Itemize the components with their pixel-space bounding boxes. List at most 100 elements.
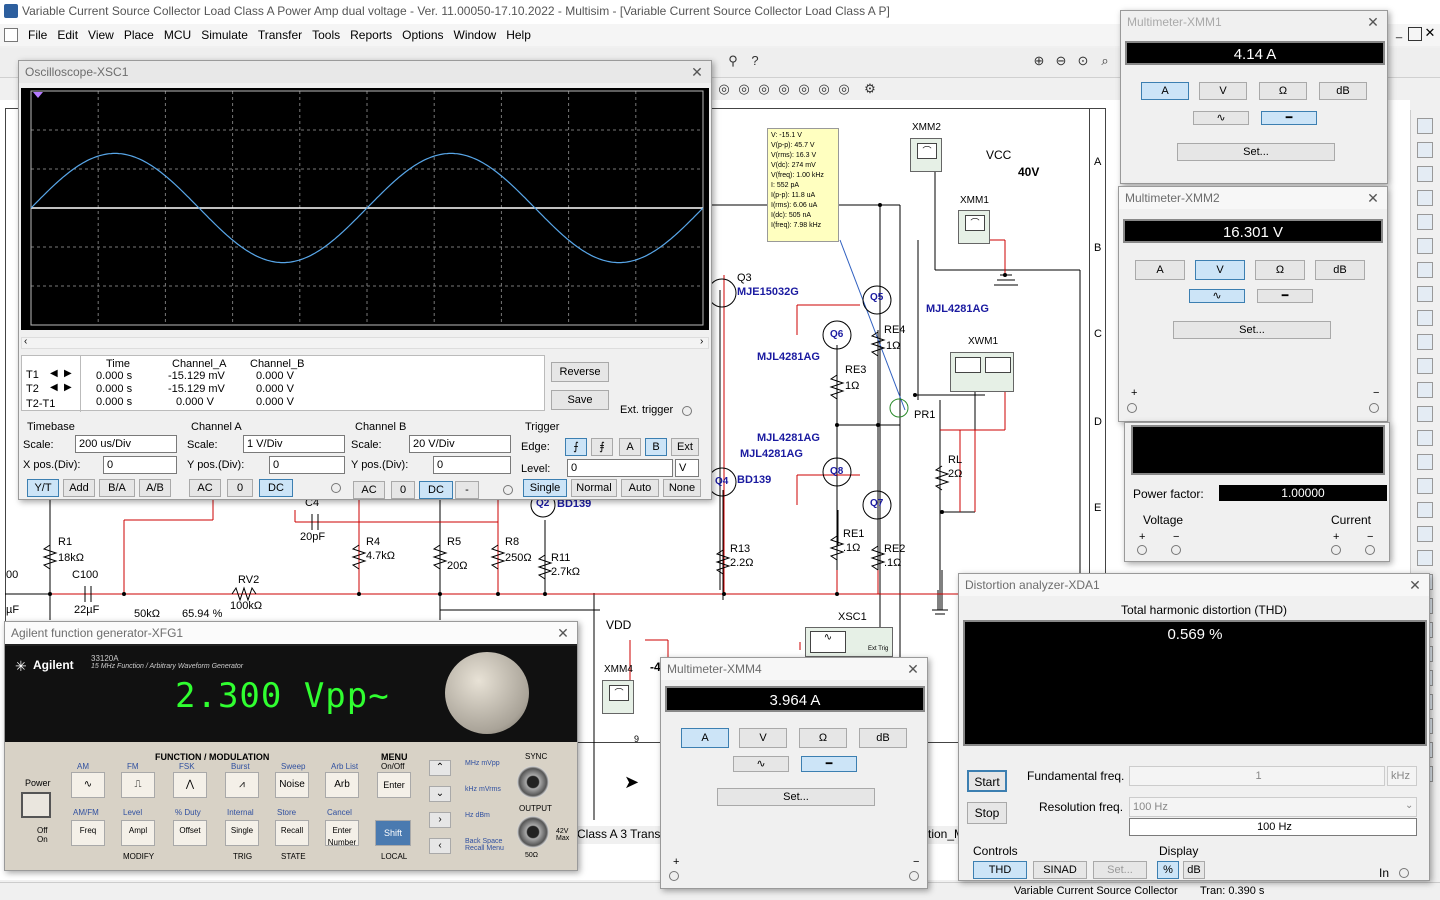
- instrument-tool-icon[interactable]: [1417, 550, 1433, 566]
- arrow-right-key[interactable]: ›: [429, 812, 451, 828]
- cha-dc-button[interactable]: DC: [259, 479, 293, 497]
- instrument-tool-icon[interactable]: [1417, 334, 1433, 350]
- xmm1-instrument[interactable]: ⌒: [958, 210, 990, 244]
- instrument-icon[interactable]: ◎: [835, 80, 853, 98]
- instrument-tool-icon[interactable]: [1417, 454, 1433, 470]
- menu-place[interactable]: Place: [122, 27, 162, 43]
- reverse-button[interactable]: Reverse: [551, 362, 609, 382]
- xmm1-ammeter-button[interactable]: A: [1141, 82, 1189, 100]
- minus-terminal[interactable]: [1369, 403, 1379, 413]
- instrument-tool-icon[interactable]: [1417, 238, 1433, 254]
- fundamental-unit[interactable]: kHz: [1387, 766, 1417, 786]
- instrument-tool-icon[interactable]: [1417, 478, 1433, 494]
- db-button[interactable]: dB: [1183, 861, 1205, 879]
- chb-invert-button[interactable]: -: [455, 481, 479, 499]
- modify-key[interactable]: Offset: [173, 820, 207, 846]
- cha-terminal[interactable]: [331, 483, 341, 493]
- stop-button[interactable]: Stop: [967, 802, 1007, 824]
- menu-view[interactable]: View: [86, 27, 122, 43]
- xwm1-instrument[interactable]: [950, 352, 1014, 392]
- resolution-select[interactable]: 100 Hz: [1129, 797, 1417, 817]
- modify-key[interactable]: Single: [225, 820, 259, 846]
- mdi-min-button[interactable]: _: [1392, 27, 1406, 41]
- save-button[interactable]: Save: [551, 390, 609, 410]
- yt-button[interactable]: Y/T: [27, 479, 59, 497]
- menu-simulate[interactable]: Simulate: [199, 27, 256, 43]
- scope-screen[interactable]: [21, 88, 709, 330]
- minus-terminal[interactable]: [909, 871, 919, 881]
- trigger-source-ext[interactable]: Ext: [671, 438, 699, 456]
- xmm1-set-button[interactable]: Set...: [1177, 143, 1335, 161]
- start-button[interactable]: Start: [967, 770, 1007, 792]
- menu-file[interactable]: File: [26, 27, 55, 43]
- close-icon[interactable]: ✕: [905, 658, 921, 680]
- chb-ypos-field[interactable]: 0: [433, 456, 511, 474]
- level-field[interactable]: 0: [567, 459, 673, 477]
- scope-scrollbar[interactable]: ‹ ›: [21, 336, 709, 349]
- shift-key[interactable]: Shift: [375, 820, 411, 846]
- modify-key[interactable]: Recall: [275, 820, 309, 846]
- scroll-left-icon[interactable]: ‹: [24, 336, 27, 347]
- arrow-up-key[interactable]: ⌃: [429, 760, 451, 776]
- function-key[interactable]: ∿: [71, 772, 105, 798]
- menu-edit[interactable]: Edit: [55, 27, 86, 43]
- arrow-down-key[interactable]: ⌄: [429, 786, 451, 802]
- modify-key[interactable]: Ampl: [121, 820, 155, 846]
- instrument-tool-icon[interactable]: [1417, 406, 1433, 422]
- xpos-field[interactable]: 0: [103, 456, 177, 474]
- zoom-fit-icon[interactable]: ⌕: [1096, 52, 1114, 70]
- function-key[interactable]: ⋀: [173, 772, 207, 798]
- xmm2-instrument[interactable]: ⌒: [910, 138, 942, 172]
- trigger-auto-button[interactable]: Auto: [621, 479, 659, 497]
- xmm2-db-button[interactable]: dB: [1315, 260, 1365, 280]
- close-icon[interactable]: ✕: [555, 622, 571, 644]
- xmm2-voltmeter-button[interactable]: V: [1195, 260, 1245, 280]
- trigger-source-a[interactable]: A: [619, 438, 641, 456]
- menu-options[interactable]: Options: [400, 27, 451, 43]
- add-button[interactable]: Add: [63, 479, 95, 497]
- chb-dc-button[interactable]: DC: [419, 481, 453, 499]
- t1-right-arrow[interactable]: ▶: [64, 368, 74, 379]
- enter-key[interactable]: Enter: [377, 772, 411, 798]
- xmm4-ac-button[interactable]: ∿: [733, 756, 789, 772]
- sinad-button[interactable]: SINAD: [1033, 861, 1087, 879]
- instrument-icon[interactable]: ◎: [795, 80, 813, 98]
- zoom-out-icon[interactable]: ⊖: [1052, 52, 1070, 70]
- percent-button[interactable]: %: [1157, 861, 1179, 879]
- chb-terminal[interactable]: [503, 485, 513, 495]
- instrument-tool-icon[interactable]: [1417, 382, 1433, 398]
- xmm4-ammeter-button[interactable]: A: [681, 728, 729, 748]
- level-unit[interactable]: V: [675, 459, 699, 477]
- t2-right-arrow[interactable]: ▶: [64, 382, 74, 393]
- xmm4-ohmmeter-button[interactable]: Ω: [799, 728, 847, 748]
- arrow-left-key[interactable]: ‹: [429, 838, 451, 854]
- sync-connector-icon[interactable]: [517, 766, 549, 798]
- voltage-plus-terminal[interactable]: [1137, 545, 1147, 555]
- ext-trigger-terminal[interactable]: [682, 406, 692, 416]
- chb-ac-button[interactable]: AC: [353, 481, 385, 499]
- instrument-tool-icon[interactable]: [1417, 430, 1433, 446]
- instrument-tool-icon[interactable]: [1417, 526, 1433, 542]
- menu-reports[interactable]: Reports: [348, 27, 400, 43]
- xmm1-db-button[interactable]: dB: [1319, 82, 1367, 100]
- chevron-down-icon[interactable]: ⌄: [1405, 800, 1413, 811]
- trigger-normal-button[interactable]: Normal: [571, 479, 617, 497]
- close-icon[interactable]: ✕: [689, 61, 705, 83]
- menu-tools[interactable]: Tools: [310, 27, 348, 43]
- menu-transfer[interactable]: Transfer: [256, 27, 310, 43]
- xmm1-voltmeter-button[interactable]: V: [1199, 82, 1247, 100]
- zoom-in-icon[interactable]: ⊕: [1030, 52, 1048, 70]
- close-icon[interactable]: ✕: [1407, 574, 1423, 596]
- voltage-minus-terminal[interactable]: [1171, 545, 1181, 555]
- xmm4-db-button[interactable]: dB: [859, 728, 907, 748]
- instrument-icon[interactable]: ◎: [735, 80, 753, 98]
- rising-edge-icon[interactable]: ⨍: [565, 438, 587, 456]
- instrument-icon[interactable]: ◎: [715, 80, 733, 98]
- instrument-tool-icon[interactable]: [1417, 214, 1433, 230]
- instrument-tool-icon[interactable]: [1417, 190, 1433, 206]
- instrument-tool-icon[interactable]: [1417, 118, 1433, 134]
- xmm4-voltmeter-button[interactable]: V: [739, 728, 787, 748]
- instrument-icon[interactable]: ◎: [815, 80, 833, 98]
- input-terminal[interactable]: [1399, 868, 1409, 878]
- t2-left-arrow[interactable]: ◀: [50, 382, 60, 393]
